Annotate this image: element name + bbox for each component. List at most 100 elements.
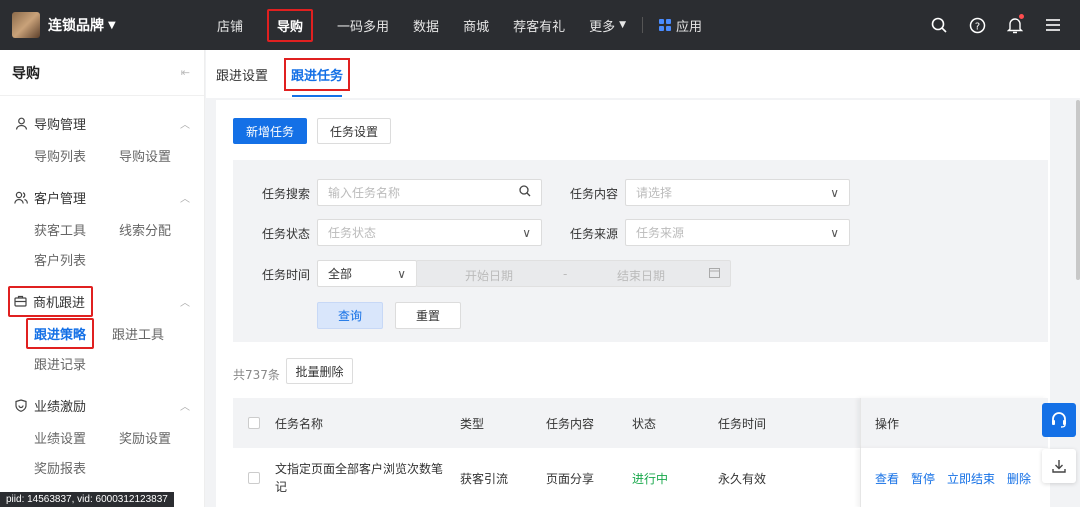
date-range-picker[interactable]: 开始日期 - 结束日期 (416, 260, 731, 287)
sidebar-item-lead-assign[interactable]: 线索分配 (119, 220, 204, 239)
brand-switcher[interactable]: 连锁品牌 ▼ (0, 0, 205, 50)
sidebar-group-header[interactable]: 业绩激励 ︿ (0, 388, 204, 422)
help-icon[interactable]: ? (958, 0, 996, 50)
col-header-name: 任务名称 (275, 416, 324, 431)
query-button[interactable]: 查询 (317, 302, 383, 329)
reset-button[interactable]: 重置 (395, 302, 461, 329)
search-label: 任务搜索 (262, 187, 311, 201)
search-icon[interactable] (920, 0, 958, 50)
nav-item-store[interactable]: 店铺 (205, 0, 255, 50)
sidebar-group-guide-mgmt: 导购管理 ︿ 导购列表 导购设置 (0, 96, 204, 170)
delete-link[interactable]: 删除 (1007, 470, 1031, 487)
task-card: 新增任务 任务设置 任务搜索 输入任务名称 任务内容 请选择 ∨ 任务状态 任务… (216, 100, 1050, 507)
svg-text:?: ? (974, 21, 979, 32)
page-id-label: piid: 14563837, vid: 6000312123837 (0, 492, 174, 507)
sidebar-group-header[interactable]: 商机跟进 ︿ (0, 284, 204, 318)
sidebar-header: 导购 ⇤ (0, 50, 204, 96)
nav-item-referral[interactable]: 荐客有礼 (501, 0, 577, 50)
calendar-icon (709, 267, 720, 281)
cell-time: 永久有效 (718, 471, 767, 486)
sidebar-group-header[interactable]: 导购管理 ︿ (0, 106, 204, 140)
time-range-select[interactable]: 全部 ∨ (317, 260, 417, 287)
nav-item-guide[interactable]: 导购 (255, 0, 325, 50)
sidebar-item-guide-list[interactable]: 导购列表 (34, 146, 119, 165)
sidebar-group-label: 客户管理 (34, 191, 87, 207)
sidebar-item-reward-settings[interactable]: 奖励设置 (119, 428, 204, 447)
sidebar-title: 导购 (12, 65, 40, 82)
add-task-button[interactable]: 新增任务 (233, 118, 307, 144)
sidebar-item-follow-tools[interactable]: 跟进工具 (112, 324, 198, 343)
source-select[interactable]: 任务来源 ∨ (625, 219, 850, 246)
sidebar: 导购 ⇤ 导购管理 ︿ 导购列表 导购设置 客户管理 ︿ 获客工具 线索分配 客… (0, 50, 205, 507)
row-checkbox[interactable] (248, 472, 260, 484)
caret-down-icon: ▼ (619, 20, 627, 30)
notification-dot (1019, 14, 1024, 19)
download-icon[interactable] (1042, 449, 1076, 483)
menu-icon[interactable] (1034, 0, 1072, 50)
top-bar: 连锁品牌 ▼ 店铺 导购 一码多用 数据 商城 荐客有礼 更多 ▼ 应用 ? (0, 0, 1080, 50)
chevron-up-icon: ︿ (180, 297, 190, 309)
status-select[interactable]: 任务状态 ∨ (317, 219, 542, 246)
sidebar-item-guide-settings[interactable]: 导购设置 (119, 146, 204, 165)
chevron-up-icon: ︿ (180, 401, 190, 413)
nav-item-multi-code[interactable]: 一码多用 (325, 0, 401, 50)
collapse-sidebar-icon[interactable]: ⇤ (181, 66, 190, 79)
sidebar-item-wrapper: 跟进策略 (26, 317, 112, 349)
sidebar-item-performance-settings[interactable]: 业绩设置 (34, 428, 119, 447)
view-link[interactable]: 查看 (875, 470, 899, 487)
nav-item-more[interactable]: 更多 ▼ (577, 0, 638, 50)
briefcase-icon (13, 294, 27, 308)
time-label: 任务时间 (262, 268, 311, 282)
col-header-time: 任务时间 (718, 416, 767, 431)
caret-down-icon: ▼ (108, 19, 116, 31)
nav-item-apps[interactable]: 应用 (647, 0, 714, 50)
cell-name: 文指定页面全部客户浏览次数笔记 (275, 462, 444, 494)
nav-item-data[interactable]: 数据 (401, 0, 451, 50)
batch-delete-button[interactable]: 批量删除 (286, 358, 353, 384)
tab-follow-tasks[interactable]: 跟进任务 (284, 57, 351, 97)
end-now-link[interactable]: 立即结束 (947, 470, 995, 487)
apps-grid-icon (659, 19, 672, 31)
brand-name: 连锁品牌 (48, 18, 104, 34)
sidebar-item-customer-list[interactable]: 客户列表 (34, 250, 120, 269)
top-nav: 店铺 导购 一码多用 数据 商城 荐客有礼 更多 ▼ 应用 (205, 0, 714, 50)
sidebar-group-header[interactable]: 客户管理 ︿ (0, 180, 204, 214)
status-label: 任务状态 (262, 227, 311, 241)
customer-service-headset-icon[interactable] (1042, 403, 1076, 437)
source-label: 任务来源 (570, 227, 619, 241)
sidebar-item-follow-records[interactable]: 跟进记录 (34, 354, 120, 373)
nav-divider (642, 17, 644, 33)
sidebar-group-customer-mgmt: 客户管理 ︿ 获客工具 线索分配 客户列表 (0, 170, 204, 274)
date-separator: - (563, 267, 568, 281)
chevron-down-icon: ∨ (397, 266, 406, 281)
sidebar-item-follow-strategy[interactable]: 跟进策略 (26, 317, 95, 349)
tab-follow-settings[interactable]: 跟进设置 (216, 65, 268, 84)
col-header-actions: 操作 (860, 398, 1048, 448)
select-all-checkbox[interactable] (248, 417, 260, 429)
sidebar-group-incentive: 业绩激励 ︿ 业绩设置 奖励设置 奖励报表 (0, 378, 204, 482)
nav-item-mall[interactable]: 商城 (451, 0, 501, 50)
page-scrollbar[interactable] (1076, 100, 1080, 280)
pause-link[interactable]: 暂停 (911, 470, 935, 487)
content-label: 任务内容 (570, 187, 619, 201)
filter-panel: 任务搜索 输入任务名称 任务内容 请选择 ∨ 任务状态 任务状态 ∨ 任务来源 … (233, 160, 1048, 342)
cell-actions: 查看 暂停 立即结束 删除 (860, 448, 1048, 507)
top-right-tools: ? (920, 0, 1072, 50)
content-select[interactable]: 请选择 ∨ (625, 179, 850, 206)
search-icon (519, 185, 531, 200)
search-input[interactable]: 输入任务名称 (317, 179, 542, 206)
table-row: 文指定页面全部客户浏览次数笔记 获客引流 页面分享 进行中 永久有效 查看 暂停… (233, 448, 1048, 507)
task-table: 任务名称 类型 任务内容 状态 任务时间 操作 文指定页面全部客户浏览次数笔记 … (233, 398, 1048, 507)
total-count: 共737条 (233, 368, 280, 382)
bell-icon[interactable] (996, 0, 1034, 50)
end-date[interactable]: 结束日期 (617, 267, 665, 284)
sidebar-group-label: 业绩激励 (34, 399, 87, 415)
sidebar-item-acquisition-tools[interactable]: 获客工具 (34, 220, 119, 239)
brand-logo (12, 12, 40, 38)
chevron-down-icon: ∨ (830, 185, 839, 200)
task-settings-button[interactable]: 任务设置 (317, 118, 391, 144)
start-date[interactable]: 开始日期 (465, 267, 513, 284)
chevron-down-icon: ∨ (830, 225, 839, 240)
sidebar-group-label: 商机跟进 (33, 295, 86, 311)
sidebar-item-reward-report[interactable]: 奖励报表 (34, 458, 120, 477)
